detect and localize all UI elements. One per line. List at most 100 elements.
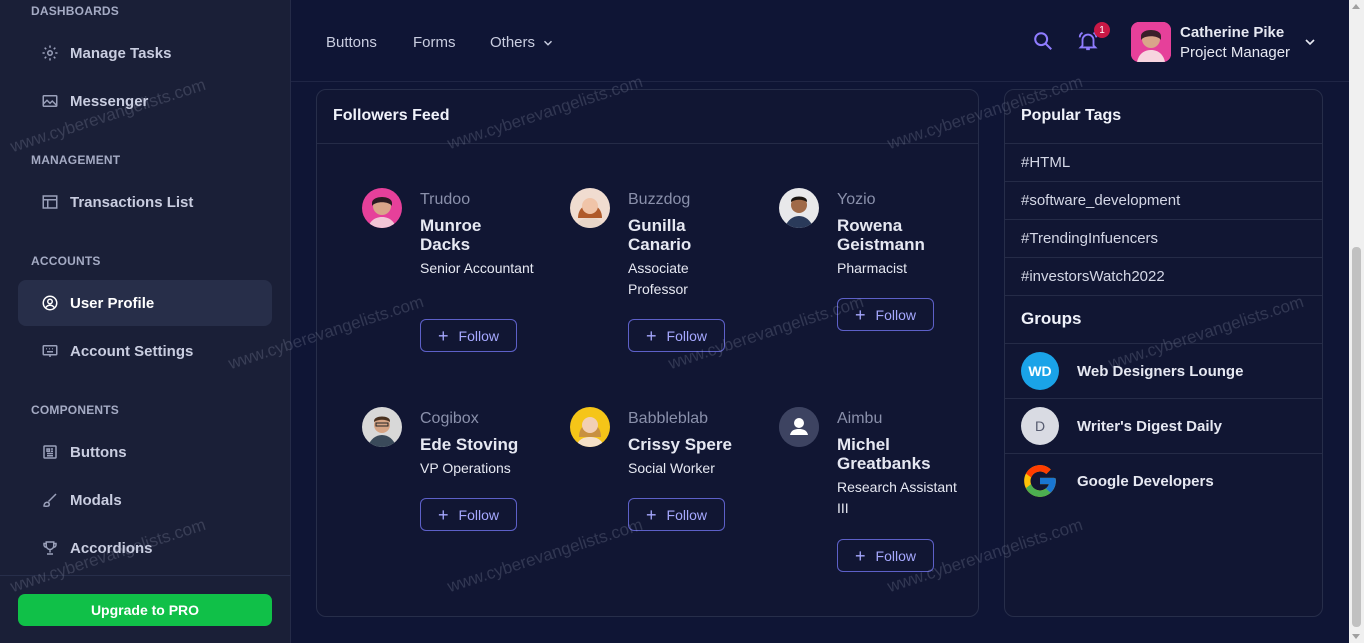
follower-name: Ede Stoving <box>420 435 519 454</box>
group-item[interactable]: Google Developers <box>1005 453 1322 508</box>
sidebar-item-label: Messenger <box>70 92 149 110</box>
follower-card: Trudoo Munroe Dacks Senior Accountant + F… <box>362 188 562 358</box>
plus-icon: + <box>438 504 449 525</box>
follow-label: Follow <box>666 506 707 523</box>
plus-icon: + <box>646 504 657 525</box>
sidebar: DASHBOARDS Manage Tasks Messenger MANAGE… <box>0 0 291 643</box>
follower-name: Rowena Geistmann <box>837 216 925 254</box>
follower-role: VP Operations <box>420 460 511 476</box>
follower-name: Michel Greatbanks <box>837 435 931 473</box>
follow-button[interactable]: + Follow <box>837 539 934 572</box>
follower-card: Babbleblab Crissy Spere Social Worker + F… <box>570 407 770 537</box>
top-link-forms[interactable]: Forms <box>413 34 456 51</box>
follower-name: Munroe Dacks <box>420 216 482 254</box>
chevron-down-icon <box>544 40 553 46</box>
tag-item[interactable]: #investorsWatch2022 <box>1005 257 1322 295</box>
table-icon <box>40 192 60 212</box>
trophy-icon <box>40 538 60 558</box>
notification-badge: 1 <box>1094 22 1110 38</box>
tag-item[interactable]: #software_development <box>1005 181 1322 219</box>
follower-name: Gunilla Canario <box>628 216 692 254</box>
section-management: MANAGEMENT <box>31 153 121 167</box>
section-accounts: ACCOUNTS <box>31 254 101 268</box>
top-link-buttons[interactable]: Buttons <box>326 34 377 51</box>
follower-avatar <box>362 407 402 447</box>
buttons-icon <box>40 442 60 462</box>
sidebar-item-label: Account Settings <box>70 342 194 360</box>
popular-tags-card: Popular Tags #HTML #software_development… <box>1004 89 1323 617</box>
follower-company: Cogibox <box>420 410 479 427</box>
brush-icon <box>40 490 60 510</box>
follower-card: Buzzdog Gunilla Canario Associate Profes… <box>570 188 770 358</box>
sidebar-item-label: Buttons <box>70 443 127 461</box>
follow-button[interactable]: + Follow <box>837 298 934 331</box>
google-logo-icon <box>1021 462 1059 500</box>
sidebar-item-label: Transactions List <box>70 193 194 211</box>
sidebar-item-label: Accordions <box>70 539 153 557</box>
follow-label: Follow <box>666 327 707 344</box>
follow-button[interactable]: + Follow <box>628 498 725 531</box>
image-icon <box>40 91 60 111</box>
top-link-others-label: Others <box>490 34 536 51</box>
search-icon <box>1034 32 1052 50</box>
follower-role: Senior Accountant <box>420 260 534 276</box>
follow-button[interactable]: + Follow <box>420 319 517 352</box>
follower-role: Pharmacist <box>837 260 908 276</box>
follower-card: Cogibox Ede Stoving VP Operations + Follo… <box>362 407 562 537</box>
user-menu-chevron[interactable] <box>1302 34 1318 50</box>
tag-item[interactable]: #HTML <box>1005 143 1322 181</box>
plus-icon: + <box>855 304 866 325</box>
group-avatar: WD <box>1021 352 1059 390</box>
plus-icon: + <box>438 325 449 346</box>
group-item[interactable]: D Writer's Digest Daily <box>1005 398 1322 453</box>
sidebar-item-transactions-list[interactable]: Transactions List <box>18 179 272 225</box>
user-avatar[interactable] <box>1131 22 1171 62</box>
section-components: COMPONENTS <box>31 403 120 417</box>
sidebar-item-modals[interactable]: Modals <box>18 477 272 523</box>
popular-tags-title: Popular Tags <box>1021 107 1122 124</box>
follower-company: Aimbu <box>837 410 883 427</box>
followers-feed-title: Followers Feed <box>333 107 450 124</box>
user-circle-icon <box>40 293 60 313</box>
followers-feed-card: Followers Feed Trudoo Munroe Dacks Senio… <box>316 89 979 617</box>
follower-avatar <box>570 188 610 228</box>
follower-company: Babbleblab <box>628 410 709 427</box>
follower-company: Buzzdog <box>628 191 691 208</box>
card-divider <box>317 143 978 144</box>
plus-icon: + <box>855 545 866 566</box>
group-item[interactable]: WD Web Designers Lounge <box>1005 343 1322 398</box>
follow-button[interactable]: + Follow <box>628 319 725 352</box>
follower-role: Associate Professor <box>628 260 689 297</box>
tag-item[interactable]: #TrendingInfuencers <box>1005 219 1322 257</box>
sidebar-item-account-settings[interactable]: Account Settings <box>18 328 272 374</box>
follow-label: Follow <box>458 506 499 523</box>
sidebar-item-accordions[interactable]: Accordions <box>18 525 272 571</box>
scroll-down-arrow-icon[interactable] <box>1352 634 1360 639</box>
follower-avatar <box>779 407 819 447</box>
scroll-up-arrow-icon[interactable] <box>1352 4 1360 9</box>
sidebar-item-buttons[interactable]: Buttons <box>18 429 272 475</box>
scrollbar[interactable] <box>1349 0 1364 643</box>
chevron-down-icon <box>1305 39 1315 46</box>
user-placeholder-icon <box>779 407 819 447</box>
top-link-others[interactable]: Others <box>490 34 555 51</box>
card-divider <box>1005 295 1322 296</box>
follower-role: Research Assistant III <box>837 479 957 516</box>
search-button[interactable] <box>1032 30 1056 54</box>
follower-name: Crissy Spere <box>628 435 732 454</box>
upgrade-to-pro-button[interactable]: Upgrade to PRO <box>18 594 272 626</box>
follower-company: Trudoo <box>420 191 471 208</box>
sidebar-item-messenger[interactable]: Messenger <box>18 78 272 124</box>
section-dashboards: DASHBOARDS <box>31 4 120 18</box>
plus-icon: + <box>646 325 657 346</box>
group-name: Writer's Digest Daily <box>1077 417 1223 435</box>
scrollbar-thumb[interactable] <box>1352 247 1361 627</box>
group-name: Web Designers Lounge <box>1077 362 1244 380</box>
follow-button[interactable]: + Follow <box>420 498 517 531</box>
follower-avatar <box>362 188 402 228</box>
sidebar-item-user-profile[interactable]: User Profile <box>18 280 272 326</box>
follower-avatar <box>570 407 610 447</box>
sidebar-item-manage-tasks[interactable]: Manage Tasks <box>18 30 272 76</box>
follow-label: Follow <box>875 306 916 323</box>
sidebar-item-label: Manage Tasks <box>70 44 172 62</box>
